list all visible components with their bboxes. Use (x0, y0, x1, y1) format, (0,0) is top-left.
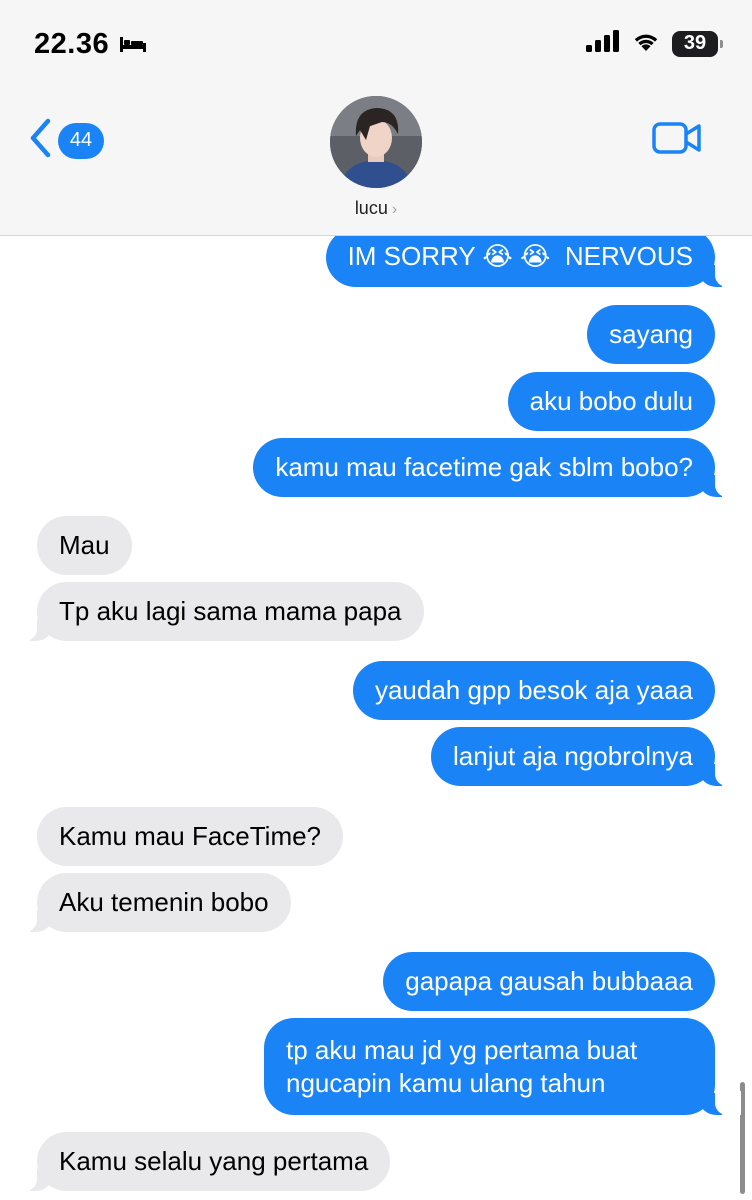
message-text: tp aku mau jd yg pertama buat ngucapin k… (286, 1035, 638, 1098)
message-text: Kamu mau FaceTime? (59, 821, 322, 851)
status-indicators: 39 (586, 30, 723, 57)
message-bubble-sent[interactable]: lanjut aja ngobrolnya (431, 727, 741, 786)
message-text: Aku temenin bobo (59, 887, 269, 917)
message-bubble-received[interactable]: Aku temenin bobo (11, 873, 291, 932)
message-text: NERVOUS (550, 241, 693, 271)
wifi-icon (632, 30, 660, 57)
message-text: Tp aku lagi sama mama papa (59, 596, 402, 626)
message-bubble-received[interactable]: Tp aku lagi sama mama papa (11, 582, 424, 641)
clock: 22.36 (34, 28, 110, 60)
message-bubble-sent[interactable]: tp aku mau jd yg pertama buat ngucapin k… (264, 1018, 741, 1115)
conversation-header: 22.36 39 44 lucu › (0, 0, 752, 236)
loudly-crying-emoji-icon: 😭 (520, 242, 551, 272)
loudly-crying-emoji-icon: 😭 (482, 242, 513, 272)
status-bar-time: 22.36 (34, 28, 147, 61)
battery-level: 39 (683, 32, 707, 54)
back-button[interactable]: 44 (28, 118, 104, 163)
chevron-right-icon: › (391, 201, 398, 218)
unread-count-badge: 44 (58, 122, 104, 159)
message-bubble-sent[interactable]: aku bobo dulu (507, 372, 715, 431)
message-bubble-received[interactable]: Kamu mau FaceTime? (37, 807, 344, 866)
signal-icon (586, 30, 620, 57)
message-bubble-received[interactable]: Mau (37, 516, 132, 575)
message-bubble-sent[interactable]: kamu mau facetime gak sblm bobo? (253, 438, 741, 497)
message-text: Kamu selalu yang pertama (59, 1146, 369, 1176)
message-text: gapapa gausah bubbaaa (405, 966, 693, 996)
contact-name: lucu (354, 198, 388, 218)
facetime-video-button[interactable] (652, 121, 702, 160)
message-bubble-sent[interactable]: yaudah gpp besok aja yaaa (352, 661, 715, 720)
bed-icon (119, 28, 147, 61)
battery-icon: 39 (672, 30, 723, 57)
message-text: sayang (609, 319, 693, 349)
message-text: aku bobo dulu (529, 386, 693, 416)
message-text: Mau (59, 530, 110, 560)
message-text: lanjut aja ngobrolnya (453, 741, 693, 771)
message-bubble-sent[interactable]: IM SORRY 😭 😭 NERVOUS (325, 228, 742, 287)
message-bubble-received[interactable]: Kamu selalu yang pertama (10, 1132, 391, 1191)
message-text: yaudah gpp besok aja yaaa (374, 675, 693, 705)
message-bubble-sent[interactable]: sayang (587, 305, 715, 364)
message-text: IM SORRY (347, 241, 483, 271)
chevron-left-icon (28, 118, 52, 163)
contact-name-button[interactable]: lucu › (0, 198, 752, 219)
video-camera-icon (652, 122, 702, 159)
contact-avatar[interactable] (330, 96, 422, 188)
message-text: kamu mau facetime gak sblm bobo? (275, 452, 693, 482)
message-bubble-sent[interactable]: gapapa gausah bubbaaa (383, 952, 715, 1011)
